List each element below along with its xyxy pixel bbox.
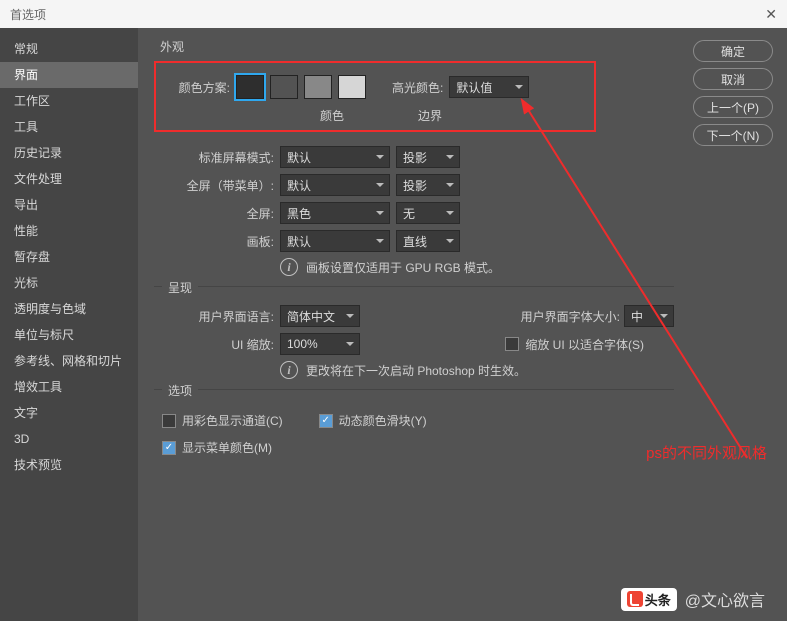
colored-channels-label: 用彩色显示通道(C) <box>182 412 283 429</box>
sidebar-item[interactable]: 透明度与色域 <box>0 296 138 322</box>
scale-ui-checkbox[interactable] <box>505 337 519 351</box>
ui-scale-label: UI 缩放: <box>154 336 274 353</box>
options-group-label: 选项 <box>162 382 198 399</box>
fullscreen-border-select[interactable]: 无 <box>396 202 460 224</box>
show-menu-colors-checkbox[interactable] <box>162 441 176 455</box>
sidebar-item[interactable]: 导出 <box>0 192 138 218</box>
fullmenu-color-select[interactable]: 默认 <box>280 174 390 196</box>
highlight-color-select[interactable]: 默认值 <box>449 76 529 98</box>
info-icon: i <box>280 258 298 276</box>
dynamic-sliders-checkbox[interactable] <box>319 414 333 428</box>
ui-scale-select[interactable]: 100% <box>280 333 360 355</box>
ui-font-label: 用户界面字体大小: <box>521 308 620 325</box>
sub-color-header: 颜色 <box>320 107 344 124</box>
close-icon[interactable]: ✕ <box>765 6 777 23</box>
fullmenu-label: 全屏（带菜单）: <box>154 177 274 194</box>
scale-ui-label: 缩放 UI 以适合字体(S) <box>525 336 644 353</box>
ui-lang-label: 用户界面语言: <box>154 308 274 325</box>
titlebar: 首选项 ✕ <box>0 0 787 28</box>
std-screen-border-select[interactable]: 投影 <box>396 146 460 168</box>
sidebar-item[interactable]: 工具 <box>0 114 138 140</box>
restart-info-text: 更改将在下一次启动 Photoshop 时生效。 <box>306 362 526 379</box>
fullscreen-color-select[interactable]: 黑色 <box>280 202 390 224</box>
sidebar-item[interactable]: 常规 <box>0 36 138 62</box>
window-title: 首选项 <box>10 6 46 23</box>
next-button[interactable]: 下一个(N) <box>693 124 773 146</box>
sidebar-item[interactable]: 文字 <box>0 400 138 426</box>
appearance-highlight-box: 颜色方案: 高光颜色: 默认值 颜色 边界 <box>154 61 596 132</box>
colored-channels-checkbox[interactable] <box>162 414 176 428</box>
sidebar-item[interactable]: 暂存盘 <box>0 244 138 270</box>
artboard-label: 画板: <box>154 233 274 250</box>
color-scheme-swatch[interactable] <box>270 75 298 99</box>
fullmenu-border-select[interactable]: 投影 <box>396 174 460 196</box>
color-scheme-swatch[interactable] <box>338 75 366 99</box>
artboard-info-text: 画板设置仅适用于 GPU RGB 模式。 <box>306 259 500 276</box>
std-screen-color-select[interactable]: 默认 <box>280 146 390 168</box>
color-scheme-swatches <box>236 75 366 99</box>
main-panel: 确定 取消 上一个(P) 下一个(N) 外观 颜色方案: 高光颜色: 默认值 <box>138 28 787 621</box>
show-menu-colors-label: 显示菜单颜色(M) <box>182 439 272 456</box>
color-scheme-label: 颜色方案: <box>168 79 230 96</box>
appearance-group: 外观 颜色方案: 高光颜色: 默认值 颜色 边界 <box>154 38 771 132</box>
dynamic-sliders-label: 动态颜色滑块(Y) <box>339 412 427 429</box>
sidebar-item[interactable]: 工作区 <box>0 88 138 114</box>
sidebar: 常规界面工作区工具历史记录文件处理导出性能暂存盘光标透明度与色域单位与标尺参考线… <box>0 28 138 621</box>
std-screen-label: 标准屏幕模式: <box>154 149 274 166</box>
info-icon: i <box>280 361 298 379</box>
highlight-color-label: 高光颜色: <box>392 79 443 96</box>
present-group-label: 呈现 <box>162 279 198 296</box>
sidebar-item[interactable]: 参考线、网格和切片 <box>0 348 138 374</box>
prev-button[interactable]: 上一个(P) <box>693 96 773 118</box>
color-scheme-swatch[interactable] <box>236 75 264 99</box>
watermark-author: @文心欲言 <box>685 587 765 611</box>
fullscreen-label: 全屏: <box>154 205 274 222</box>
ui-font-select[interactable]: 中 <box>624 305 674 327</box>
annotation-text: ps的不同外观风格 <box>646 442 767 463</box>
artboard-border-select[interactable]: 直线 <box>396 230 460 252</box>
ok-button[interactable]: 确定 <box>693 40 773 62</box>
sidebar-item[interactable]: 3D <box>0 426 138 452</box>
watermark: 头条 @文心欲言 <box>621 587 765 611</box>
sidebar-item[interactable]: 界面 <box>0 62 138 88</box>
watermark-logo: 头条 <box>621 588 677 611</box>
sidebar-item[interactable]: 历史记录 <box>0 140 138 166</box>
sidebar-item[interactable]: 技术预览 <box>0 452 138 478</box>
sub-border-header: 边界 <box>418 107 442 124</box>
ui-lang-select[interactable]: 简体中文 <box>280 305 360 327</box>
sidebar-item[interactable]: 光标 <box>0 270 138 296</box>
sidebar-item[interactable]: 性能 <box>0 218 138 244</box>
color-scheme-swatch[interactable] <box>304 75 332 99</box>
sidebar-item[interactable]: 单位与标尺 <box>0 322 138 348</box>
cancel-button[interactable]: 取消 <box>693 68 773 90</box>
sidebar-item[interactable]: 增效工具 <box>0 374 138 400</box>
appearance-group-label: 外观 <box>160 38 771 55</box>
artboard-color-select[interactable]: 默认 <box>280 230 390 252</box>
sidebar-item[interactable]: 文件处理 <box>0 166 138 192</box>
